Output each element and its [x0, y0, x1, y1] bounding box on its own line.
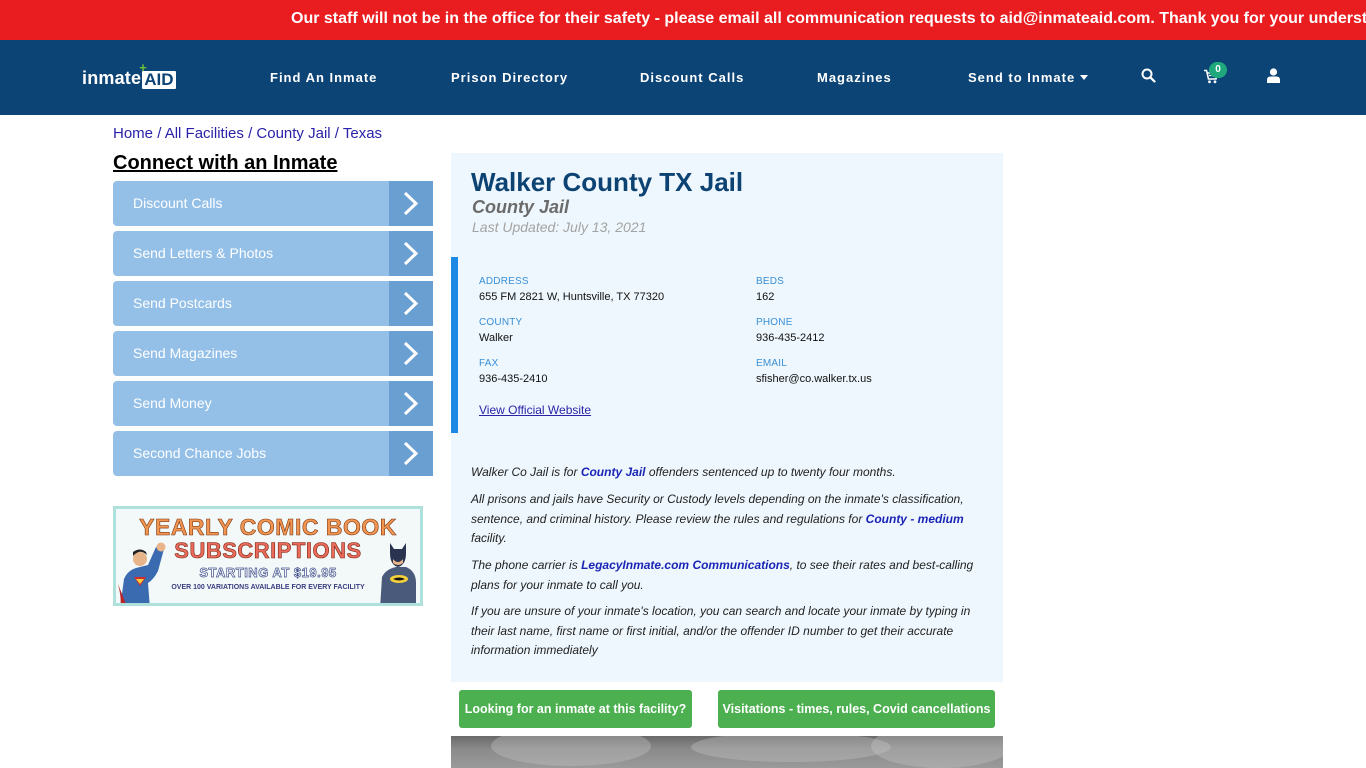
- search-icon[interactable]: [1141, 68, 1156, 88]
- fax-value: 936-435-2410: [479, 373, 548, 385]
- sidebar-send-postcards-button[interactable]: Send Postcards: [113, 281, 433, 326]
- logo-text-inmate: inmate: [82, 68, 142, 88]
- beds-value: 162: [756, 291, 775, 303]
- comic-subscription-ad[interactable]: YEARLY COMIC BOOK SUBSCRIPTIONS STARTING…: [113, 506, 423, 606]
- chevron-right-icon: [389, 381, 433, 426]
- county-jail-link[interactable]: County Jail: [581, 465, 646, 479]
- description-paragraph-4: If you are unsure of your inmate's locat…: [471, 604, 971, 657]
- caret-down-icon: [1080, 75, 1089, 80]
- beds-field: BEDS 162: [756, 276, 785, 303]
- facility-type: County Jail: [472, 197, 570, 217]
- sidebar-send-money-button[interactable]: Send Money: [113, 381, 433, 426]
- sidebar-discount-calls-button[interactable]: Discount Calls: [113, 181, 433, 226]
- top-navbar: inmate + AID Find An Inmate Prison Direct…: [0, 40, 1366, 115]
- chevron-right-icon: [389, 181, 433, 226]
- email-value: sfisher@co.walker.tx.us: [756, 373, 872, 385]
- sidebar-title: Connect with an Inmate: [113, 152, 338, 174]
- ad-headline: YEARLY COMIC BOOK: [139, 514, 397, 541]
- chevron-right-icon: [389, 431, 433, 476]
- facility-title: Walker County TX Jail: [471, 167, 744, 197]
- logo-text-aid: + AID: [139, 60, 176, 89]
- sidebar-button-label: Second Chance Jobs: [133, 445, 267, 461]
- sidebar-button-label: Send Magazines: [133, 345, 238, 361]
- county-medium-link[interactable]: County - medium: [866, 512, 964, 526]
- fax-field: FAX 936-435-2410: [479, 358, 548, 385]
- nav-find-inmate[interactable]: Find An Inmate: [270, 70, 377, 85]
- alert-text: Our staff will not be in the office for …: [291, 10, 1366, 27]
- chevron-right-icon: [389, 281, 433, 326]
- breadcrumb-all-facilities[interactable]: All Facilities: [165, 125, 244, 142]
- sidebar-send-magazines-button[interactable]: Send Magazines: [113, 331, 433, 376]
- nav-prison-directory[interactable]: Prison Directory: [451, 70, 568, 85]
- address-value: 655 FM 2821 W, Huntsville, TX 77320: [479, 291, 665, 303]
- alert-banner: Our staff will not be in the office for …: [0, 0, 1366, 40]
- description-paragraph-3: The phone carrier is LegacyInmate.com Co…: [471, 558, 974, 592]
- visitations-button[interactable]: Visitations - times, rules, Covid cancel…: [718, 690, 995, 728]
- email-field: EMAIL sfisher@co.walker.tx.us: [756, 358, 872, 385]
- ad-subheadline: SUBSCRIPTIONS: [174, 538, 362, 564]
- facility-info-box: ADDRESS 655 FM 2821 W, Huntsville, TX 77…: [451, 257, 1003, 433]
- site-logo[interactable]: inmate + AID: [82, 60, 176, 89]
- ad-price: STARTING AT $19.95: [199, 565, 337, 581]
- breadcrumb: Home / All Facilities / County Jail / Te…: [113, 125, 383, 142]
- sidebar-button-label: Discount Calls: [133, 195, 223, 211]
- nav-magazines[interactable]: Magazines: [817, 70, 892, 85]
- user-icon[interactable]: [1267, 68, 1280, 88]
- address-field: ADDRESS 655 FM 2821 W, Huntsville, TX 77…: [479, 276, 665, 303]
- county-value: Walker: [479, 332, 513, 344]
- sidebar-button-label: Send Money: [133, 395, 212, 411]
- breadcrumb-home[interactable]: Home: [113, 125, 153, 142]
- last-updated: Last Updated: July 13, 2021: [472, 219, 647, 235]
- sidebar-button-label: Send Letters & Photos: [133, 245, 274, 261]
- chevron-right-icon: [389, 231, 433, 276]
- ad-tagline: OVER 100 VARIATIONS AVAILABLE FOR EVERY …: [171, 584, 365, 591]
- description-paragraph-1: Walker Co Jail is for County Jail offend…: [471, 465, 896, 479]
- sidebar-second-chance-jobs-button[interactable]: Second Chance Jobs: [113, 431, 433, 476]
- county-field: COUNTY Walker: [479, 317, 523, 344]
- nav-discount-calls[interactable]: Discount Calls: [640, 70, 744, 85]
- find-inmate-at-facility-button[interactable]: Looking for an inmate at this facility?: [459, 690, 692, 728]
- cart-count-badge: 0: [1209, 62, 1227, 78]
- chevron-right-icon: [389, 331, 433, 376]
- facility-card: Walker County TX Jail County Jail Last U…: [451, 153, 1003, 682]
- phone-field: PHONE 936-435-2412: [756, 317, 825, 344]
- phone-value: 936-435-2412: [756, 332, 825, 344]
- facility-photo: [451, 736, 1003, 768]
- sidebar-send-letters-button[interactable]: Send Letters & Photos: [113, 231, 433, 276]
- sidebar-button-label: Send Postcards: [133, 295, 232, 311]
- description-paragraph-2: All prisons and jails have Security or C…: [471, 492, 964, 545]
- phone-carrier-link[interactable]: LegacyInmate.com Communications: [581, 558, 790, 572]
- view-official-website-link[interactable]: View Official Website: [479, 403, 591, 417]
- breadcrumb-county-jail[interactable]: County Jail: [256, 125, 330, 142]
- breadcrumb-texas[interactable]: Texas: [343, 125, 382, 142]
- logo-plus-icon: +: [139, 60, 147, 75]
- nav-send-to-inmate[interactable]: Send to Inmate: [968, 70, 1089, 85]
